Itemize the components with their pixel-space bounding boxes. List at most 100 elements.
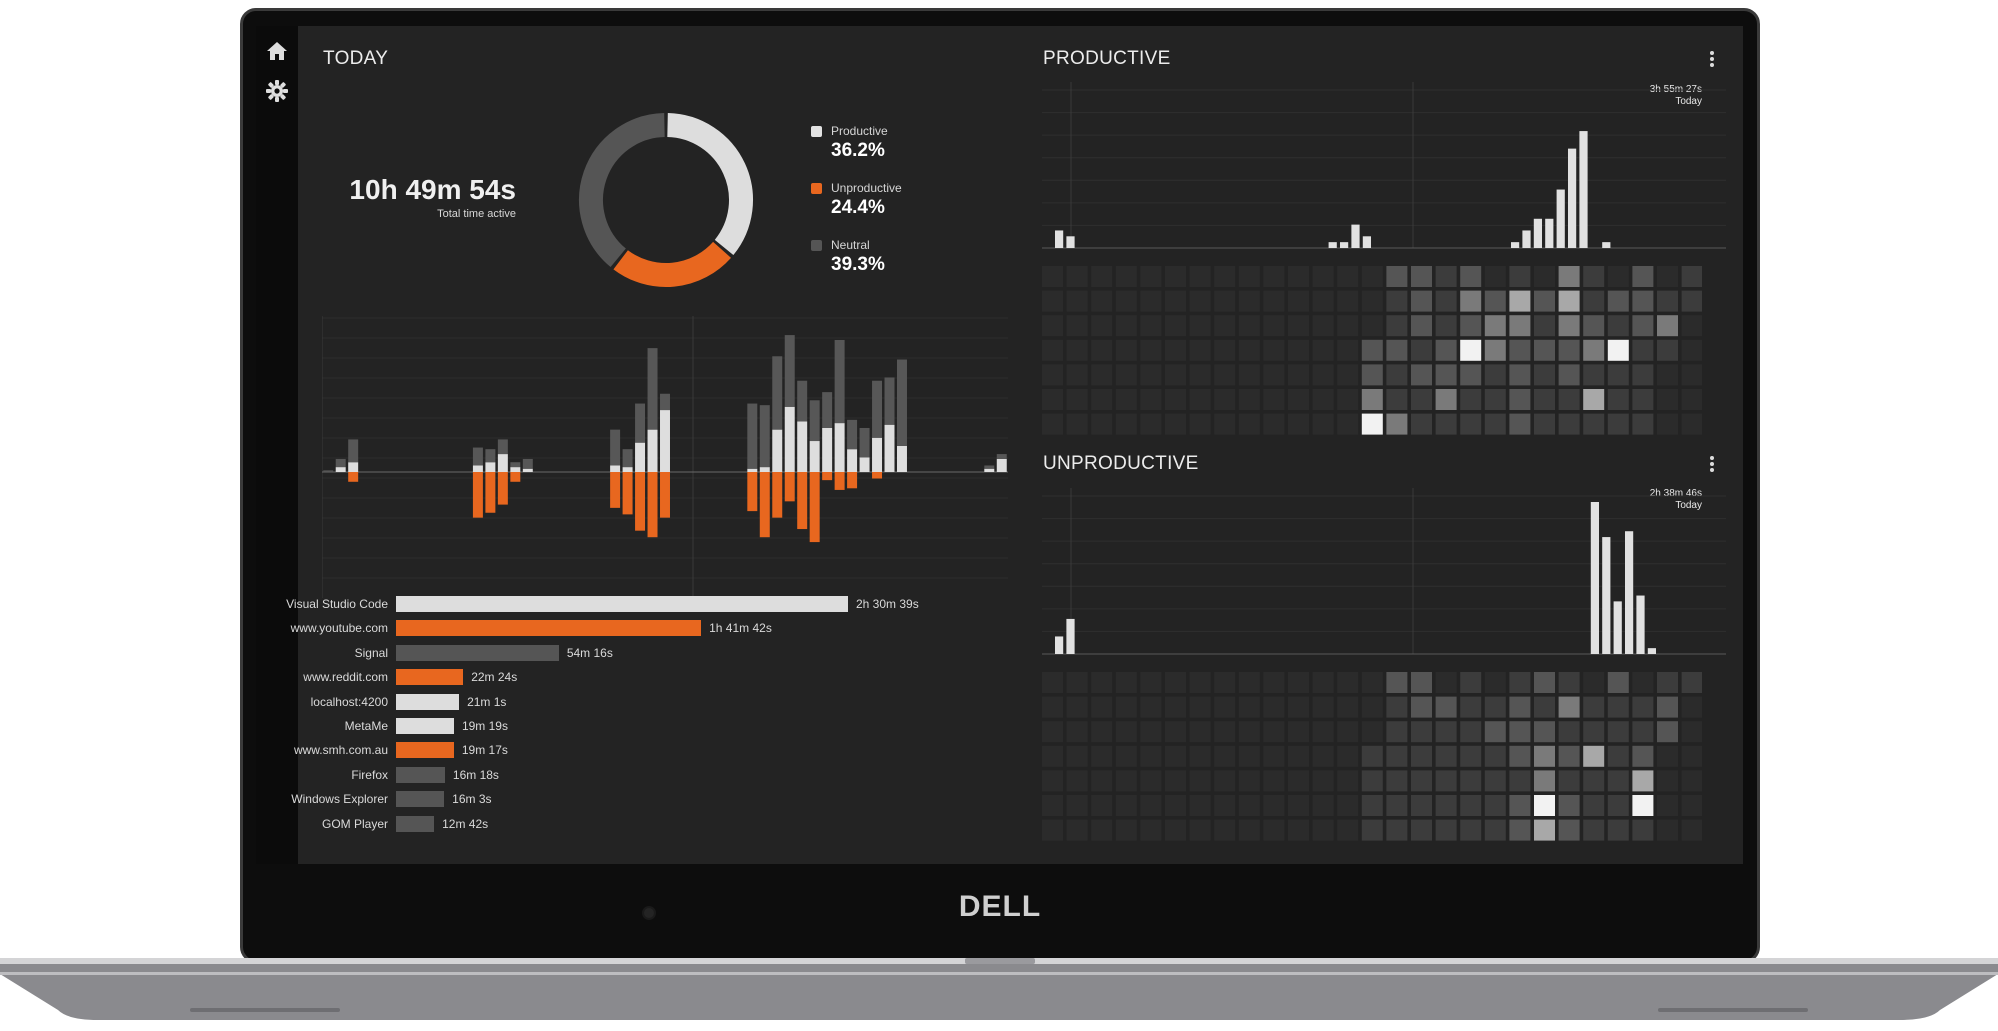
productive-heatmap-cell	[1681, 266, 1702, 287]
productive-more-menu-icon[interactable]	[1704, 49, 1720, 71]
timeline-bar-productive	[759, 467, 770, 472]
timeline-bar-neutral	[348, 439, 359, 463]
productive-heatmap-cell	[1460, 413, 1482, 435]
unproductive-heatmap-cell	[1460, 795, 1482, 816]
app-name: www.reddit.com	[303, 670, 388, 685]
app-row[interactable]: MetaMe 19m 19s	[276, 716, 1016, 736]
productive-heatmap-cell	[1337, 413, 1359, 435]
unproductive-heatmap-cell	[1263, 770, 1285, 792]
unproductive-heatmap-cell	[1484, 721, 1506, 743]
app-row[interactable]: Windows Explorer 16m 3s	[276, 789, 1016, 809]
unproductive-heatmap-cell	[1214, 696, 1236, 718]
unproductive-hourly-bar	[1054, 636, 1064, 654]
timeline-bar-unproductive	[822, 472, 833, 481]
timeline-bar-unproductive	[348, 472, 359, 482]
productive-heatmap-cell	[1361, 339, 1383, 361]
legend-label-unproductive: Unproductive	[831, 181, 902, 195]
unproductive-heatmap-cell	[1066, 721, 1088, 743]
app-row[interactable]: localhost:4200 21m 1s	[276, 692, 1016, 712]
unproductive-heatmap-cell	[1411, 819, 1432, 841]
legend-swatch-unproductive	[811, 183, 822, 194]
app-row[interactable]: Firefox 16m 18s	[276, 765, 1016, 785]
unproductive-heatmap-cell	[1435, 745, 1457, 767]
productive-heatmap-cell	[1534, 290, 1555, 312]
app-name: Firefox	[351, 767, 388, 782]
unproductive-heatmap-cell	[1361, 672, 1383, 693]
productive-heatmap-cell	[1534, 364, 1555, 386]
productive-heatmap-cell	[1583, 315, 1605, 337]
unproductive-heatmap-cell	[1337, 795, 1359, 816]
unproductive-heatmap-cell	[1337, 721, 1359, 743]
productive-heatmap-cell	[1189, 266, 1211, 287]
unproductive-heatmap-cell	[1263, 745, 1285, 767]
timeline-bar-neutral	[472, 447, 483, 466]
app-row[interactable]: www.reddit.com 22m 24s	[276, 667, 1016, 687]
timeline-bar-neutral	[822, 392, 833, 428]
app-row[interactable]: GOM Player 12m 42s	[276, 814, 1016, 834]
timeline-bar-neutral	[772, 356, 783, 430]
unproductive-heatmap-cell	[1509, 819, 1531, 841]
app-name: localhost:4200	[310, 694, 388, 709]
productive-heatmap-cell	[1632, 290, 1654, 312]
unproductive-hourly-bar	[1602, 537, 1611, 654]
unproductive-heatmap-cell	[1361, 770, 1383, 792]
productive-heatmap-cell	[1632, 315, 1654, 337]
productive-heatmap-cell	[1165, 339, 1186, 361]
gear-icon[interactable]	[264, 78, 290, 104]
timeline-bar-unproductive	[660, 472, 670, 518]
timeline-bar-neutral	[522, 458, 533, 469]
app-time: 19m 17s	[461, 743, 508, 758]
productive-heatmap-cell	[1509, 389, 1531, 410]
unproductive-heatmap-cell	[1042, 795, 1063, 816]
unproductive-heatmap-cell	[1435, 721, 1457, 743]
productive-hourly-bar	[1533, 218, 1543, 248]
unproductive-heatmap-cell	[1115, 745, 1137, 767]
productive-heatmap-cell	[1140, 364, 1162, 386]
unproductive-heatmap-cell	[1460, 672, 1482, 693]
productive-heatmap-cell	[1263, 290, 1285, 312]
productive-heatmap-cell	[1165, 315, 1186, 337]
productive-heatmap-cell	[1361, 290, 1383, 312]
timeline-bar-unproductive	[647, 472, 658, 538]
unproductive-heatmap-cell	[1066, 672, 1088, 693]
productive-heatmap-cell	[1238, 315, 1260, 337]
productive-heatmap-cell	[1288, 389, 1309, 410]
productive-heatmap-cell	[1312, 413, 1334, 435]
app-usage-bar	[396, 596, 848, 612]
productive-heatmap-cell	[1263, 413, 1285, 435]
app-row[interactable]: www.youtube.com 1h 41m 42s	[276, 618, 1016, 638]
productive-heatmap-cell	[1042, 266, 1063, 287]
productive-hourly-bar	[1602, 242, 1611, 248]
productive-heatmap-cell	[1312, 315, 1334, 337]
productive-heatmap-cell	[1263, 364, 1285, 386]
productive-heatmap-cell	[1091, 364, 1113, 386]
productive-heatmap-cell	[1607, 389, 1629, 410]
app-row[interactable]: Signal 54m 16s	[276, 643, 1016, 663]
unproductive-hourly-chart	[1042, 488, 1726, 655]
timeline-bar-neutral	[884, 377, 895, 425]
timeline-bar-unproductive	[622, 472, 633, 515]
productive-heatmap-cell	[1066, 315, 1088, 337]
productive-heatmap-cell	[1411, 339, 1432, 361]
unproductive-heatmap-cell	[1238, 795, 1260, 816]
unproductive-heatmap-cell	[1657, 721, 1678, 743]
productive-heatmap-cell	[1583, 389, 1605, 410]
home-icon[interactable]	[264, 38, 290, 64]
productive-heatmap-cell	[1657, 389, 1678, 410]
brand-logo: DELL	[958, 890, 1042, 923]
productive-heatmap-cell	[1091, 266, 1113, 287]
productive-hourly-chart	[1042, 82, 1726, 249]
productive-heatmap-cell	[1337, 266, 1359, 287]
app-row[interactable]: www.smh.com.au 19m 17s	[276, 740, 1016, 760]
productive-heatmap-cell	[1115, 339, 1137, 361]
app-row[interactable]: Visual Studio Code 2h 30m 39s	[276, 594, 1016, 614]
productive-hourly-bar	[1510, 242, 1520, 248]
productive-heatmap-cell	[1411, 266, 1432, 287]
unproductive-heatmap-cell	[1509, 672, 1531, 693]
unproductive-more-menu-icon[interactable]	[1704, 454, 1720, 476]
productive-heatmap-cell	[1484, 315, 1506, 337]
timeline-bar-neutral	[660, 393, 670, 411]
unproductive-heatmap-cell	[1337, 696, 1359, 718]
productive-heatmap-cell	[1632, 339, 1654, 361]
unproductive-heatmap-cell	[1066, 745, 1088, 767]
